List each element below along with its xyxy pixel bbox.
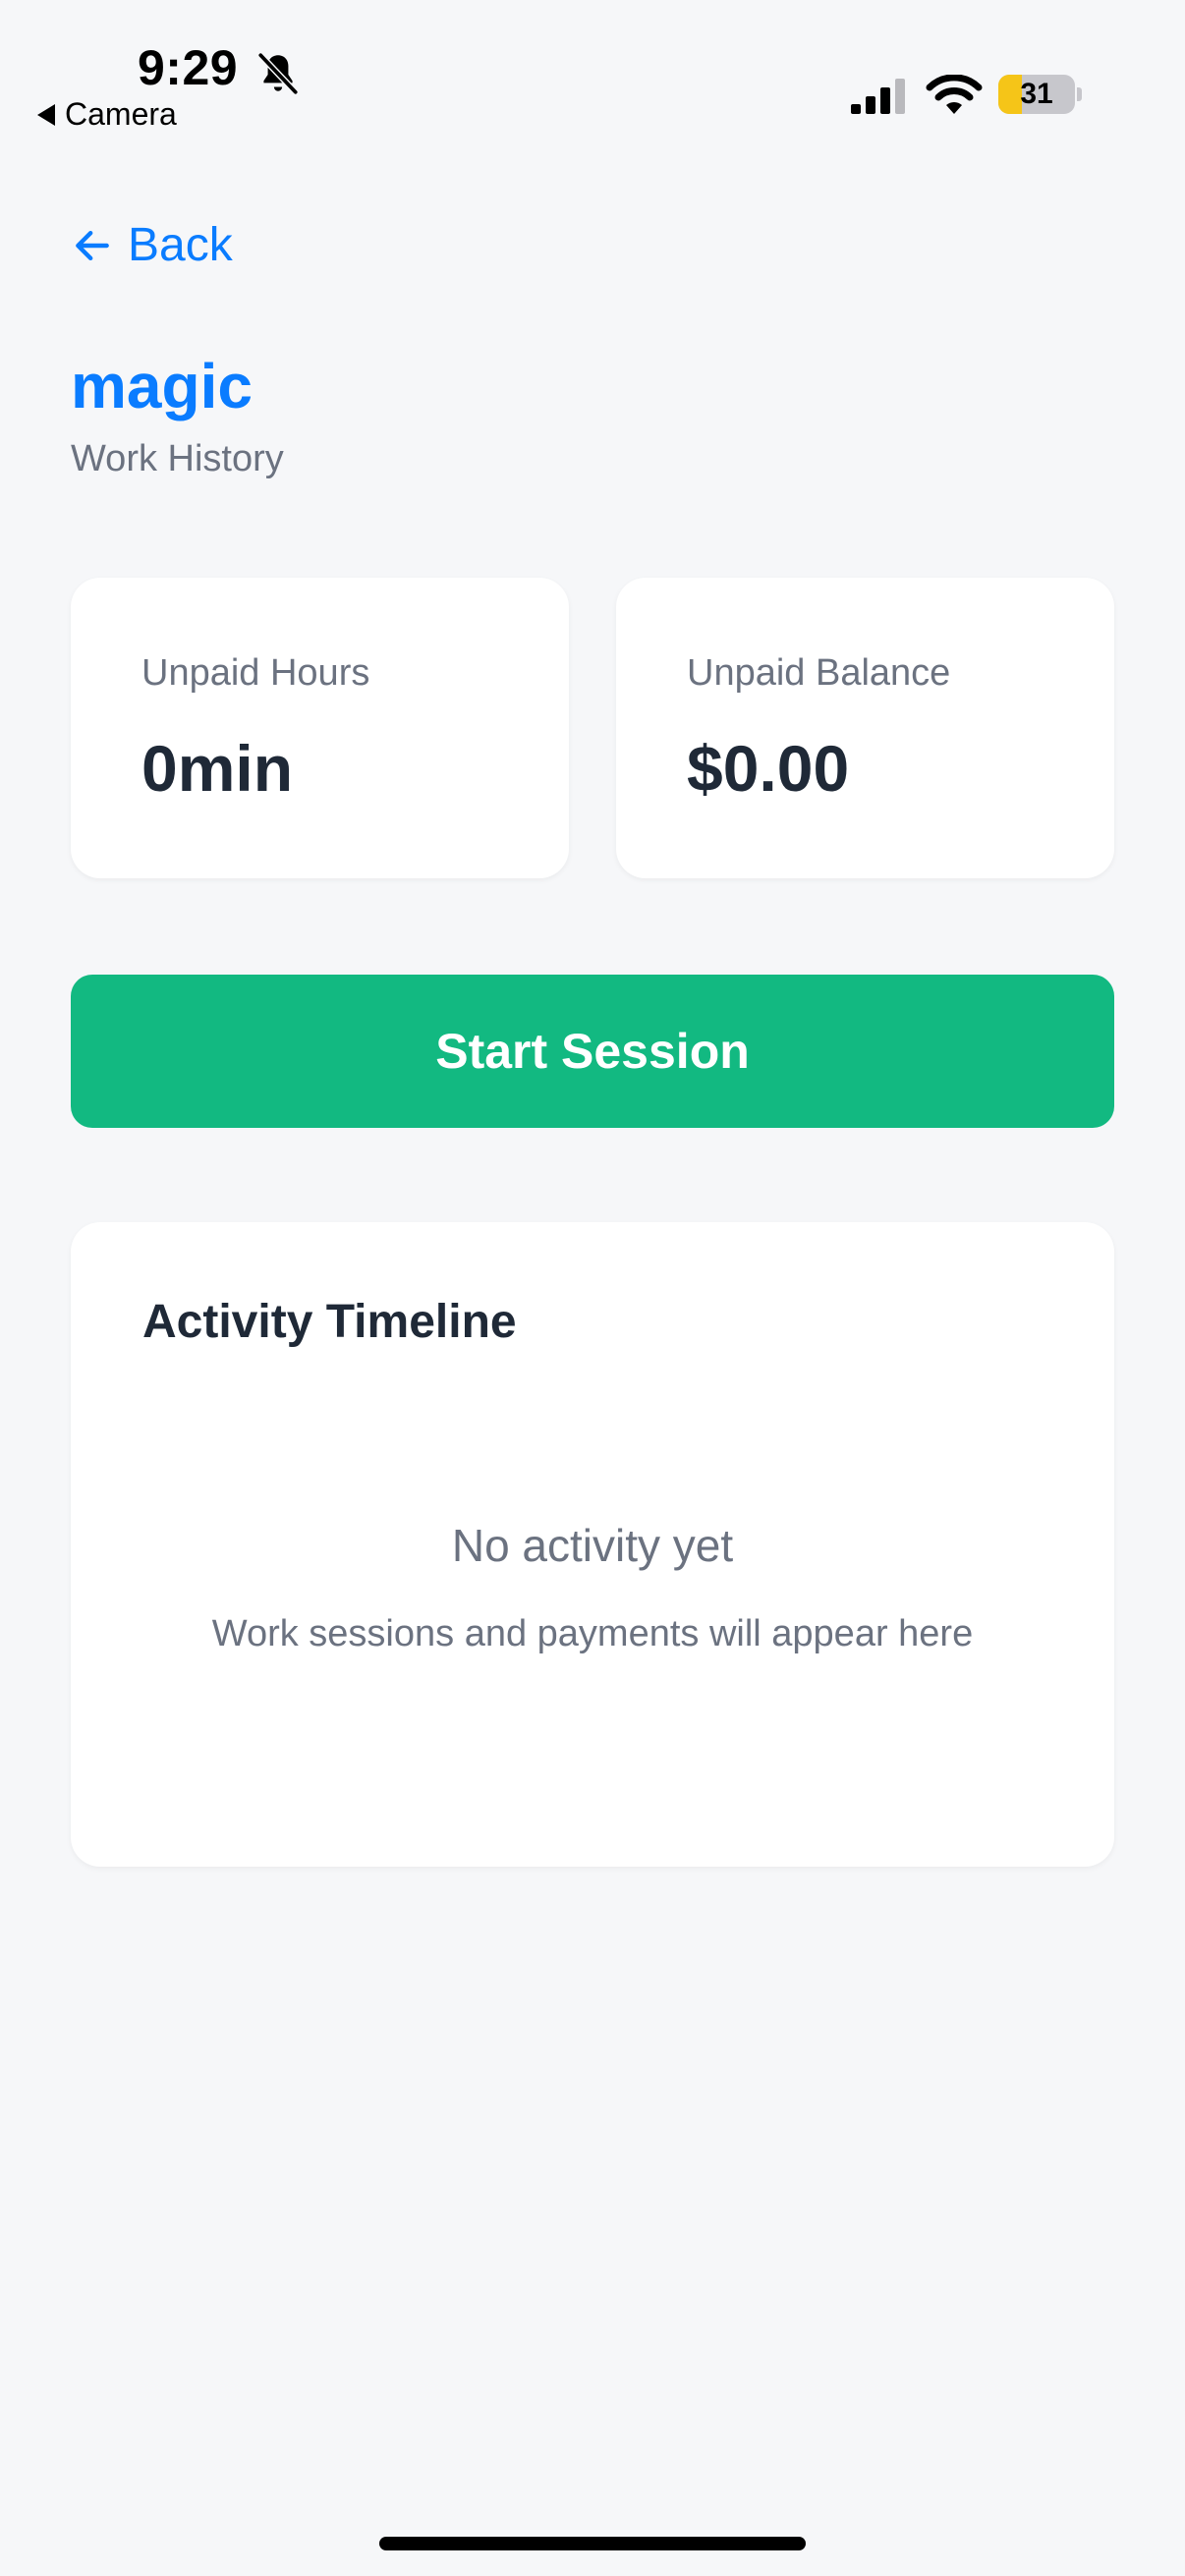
unpaid-hours-value: 0min bbox=[141, 732, 294, 805]
empty-state-title: No activity yet bbox=[451, 1520, 734, 1571]
return-to-camera-link[interactable]: Camera bbox=[37, 96, 177, 133]
status-time: 9:29 bbox=[138, 40, 239, 95]
unpaid-hours-card: Unpaid Hours 0min bbox=[71, 578, 569, 878]
empty-state-description: Work sessions and payments will appear h… bbox=[211, 1613, 974, 1654]
battery-level: 31 bbox=[1020, 78, 1053, 110]
status-bar: 9:29 Camera 31 bbox=[0, 0, 1185, 138]
unpaid-balance-card: Unpaid Balance $0.00 bbox=[616, 578, 1114, 878]
back-label: Back bbox=[128, 219, 233, 271]
bell-slash-icon bbox=[257, 52, 299, 95]
cellular-signal-icon bbox=[851, 79, 905, 114]
unpaid-hours-label: Unpaid Hours bbox=[141, 652, 370, 694]
unpaid-balance-value: $0.00 bbox=[687, 732, 850, 805]
arrow-left-icon bbox=[76, 230, 109, 260]
home-indicator[interactable] bbox=[379, 2537, 806, 2550]
start-session-button[interactable]: Start Session bbox=[71, 975, 1114, 1128]
wifi-icon bbox=[926, 75, 983, 114]
battery-icon: 31 bbox=[998, 75, 1082, 116]
back-triangle-icon bbox=[37, 103, 55, 126]
back-button[interactable]: Back bbox=[71, 218, 233, 272]
unpaid-balance-label: Unpaid Balance bbox=[687, 652, 951, 694]
page-subtitle: Work History bbox=[71, 438, 284, 479]
page-title: magic bbox=[71, 351, 253, 421]
back-app-label: Camera bbox=[65, 96, 177, 132]
activity-timeline-card: Activity Timeline No activity yet Work s… bbox=[71, 1222, 1114, 1867]
activity-timeline-title: Activity Timeline bbox=[142, 1296, 517, 1348]
